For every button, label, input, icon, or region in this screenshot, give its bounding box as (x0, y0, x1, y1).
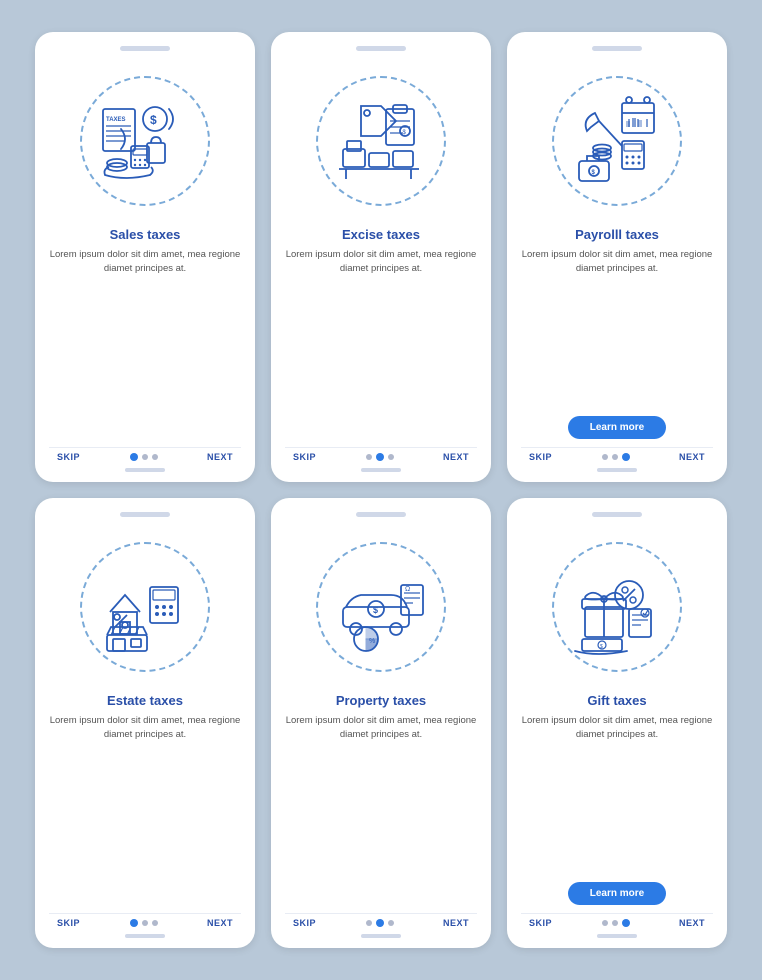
pagination-dots (130, 919, 158, 927)
card-grid: TAXES $ (15, 12, 747, 968)
top-bar (356, 512, 406, 517)
bottom-bar (125, 468, 165, 472)
pagination-dots (602, 453, 630, 461)
dot-1 (376, 453, 384, 461)
card-nav: SKIP NEXT (521, 447, 713, 462)
bottom-bar (597, 934, 637, 938)
card-nav: SKIP NEXT (49, 913, 241, 928)
dashed-circle (552, 76, 682, 206)
card-payroll-taxes: $ Payrolll taxes Lorem ipsum dolor sit d… (507, 32, 727, 482)
card-body: Lorem ipsum dolor sit dim amet, mea regi… (49, 248, 241, 439)
dot-0 (130, 919, 138, 927)
next-button[interactable]: NEXT (679, 918, 705, 928)
icon-area: TAXES $ (65, 61, 225, 221)
pagination-dots (130, 453, 158, 461)
pagination-dots (366, 453, 394, 461)
top-bar (120, 512, 170, 517)
card-body: Lorem ipsum dolor sit dim amet, mea regi… (49, 714, 241, 905)
skip-button[interactable]: SKIP (57, 918, 80, 928)
bottom-bar (361, 468, 401, 472)
skip-button[interactable]: SKIP (293, 918, 316, 928)
top-bar (592, 512, 642, 517)
pagination-dots (602, 919, 630, 927)
dot-2 (388, 920, 394, 926)
next-button[interactable]: NEXT (443, 918, 469, 928)
icon-area: $ (537, 527, 697, 687)
card-title: Excise taxes (342, 227, 420, 242)
card-body: Lorem ipsum dolor sit dim amet, mea regi… (521, 248, 713, 408)
next-button[interactable]: NEXT (443, 452, 469, 462)
card-nav: SKIP NEXT (285, 447, 477, 462)
pagination-dots (366, 919, 394, 927)
top-bar (356, 46, 406, 51)
dot-1 (376, 919, 384, 927)
skip-button[interactable]: SKIP (57, 452, 80, 462)
top-bar (592, 46, 642, 51)
card-body: Lorem ipsum dolor sit dim amet, mea regi… (285, 714, 477, 905)
icon-area: $ (301, 61, 461, 221)
learn-more-button[interactable]: Learn more (568, 882, 666, 905)
dashed-circle (80, 76, 210, 206)
dot-0 (602, 920, 608, 926)
card-title: Gift taxes (587, 693, 646, 708)
dot-2 (152, 454, 158, 460)
dashed-circle (316, 542, 446, 672)
dashed-circle (80, 542, 210, 672)
icon-area (65, 527, 225, 687)
card-estate-taxes: Estate taxes Lorem ipsum dolor sit dim a… (35, 498, 255, 948)
card-nav: SKIP NEXT (285, 913, 477, 928)
skip-button[interactable]: SKIP (529, 918, 552, 928)
dot-0 (602, 454, 608, 460)
next-button[interactable]: NEXT (679, 452, 705, 462)
bottom-bar (361, 934, 401, 938)
next-button[interactable]: NEXT (207, 452, 233, 462)
dot-2 (388, 454, 394, 460)
icon-area: $ (537, 61, 697, 221)
card-title: Property taxes (336, 693, 426, 708)
dot-1 (612, 454, 618, 460)
skip-button[interactable]: SKIP (293, 452, 316, 462)
dot-1 (142, 454, 148, 460)
card-title: Estate taxes (107, 693, 183, 708)
card-nav: SKIP NEXT (521, 913, 713, 928)
card-sales-taxes: TAXES $ (35, 32, 255, 482)
bottom-bar (125, 934, 165, 938)
card-body: Lorem ipsum dolor sit dim amet, mea regi… (521, 714, 713, 874)
bottom-bar (597, 468, 637, 472)
card-title: Payrolll taxes (575, 227, 659, 242)
dot-2 (152, 920, 158, 926)
dot-0 (366, 920, 372, 926)
dot-2 (622, 453, 630, 461)
card-body: Lorem ipsum dolor sit dim amet, mea regi… (285, 248, 477, 439)
card-title: Sales taxes (110, 227, 181, 242)
learn-more-button[interactable]: Learn more (568, 416, 666, 439)
next-button[interactable]: NEXT (207, 918, 233, 928)
skip-button[interactable]: SKIP (529, 452, 552, 462)
top-bar (120, 46, 170, 51)
card-nav: SKIP NEXT (49, 447, 241, 462)
icon-area: $ Ω % (301, 527, 461, 687)
dot-2 (622, 919, 630, 927)
card-excise-taxes: $ Excise taxes Lorem ipsum dolor sit dim… (271, 32, 491, 482)
card-gift-taxes: $ Gift taxes Lorem ipsum dolor sit dim a… (507, 498, 727, 948)
dashed-circle (552, 542, 682, 672)
dashed-circle (316, 76, 446, 206)
dot-0 (366, 454, 372, 460)
dot-0 (130, 453, 138, 461)
card-property-taxes: $ Ω % Property taxes Lorem ipsum dolor s… (271, 498, 491, 948)
dot-1 (612, 920, 618, 926)
dot-1 (142, 920, 148, 926)
